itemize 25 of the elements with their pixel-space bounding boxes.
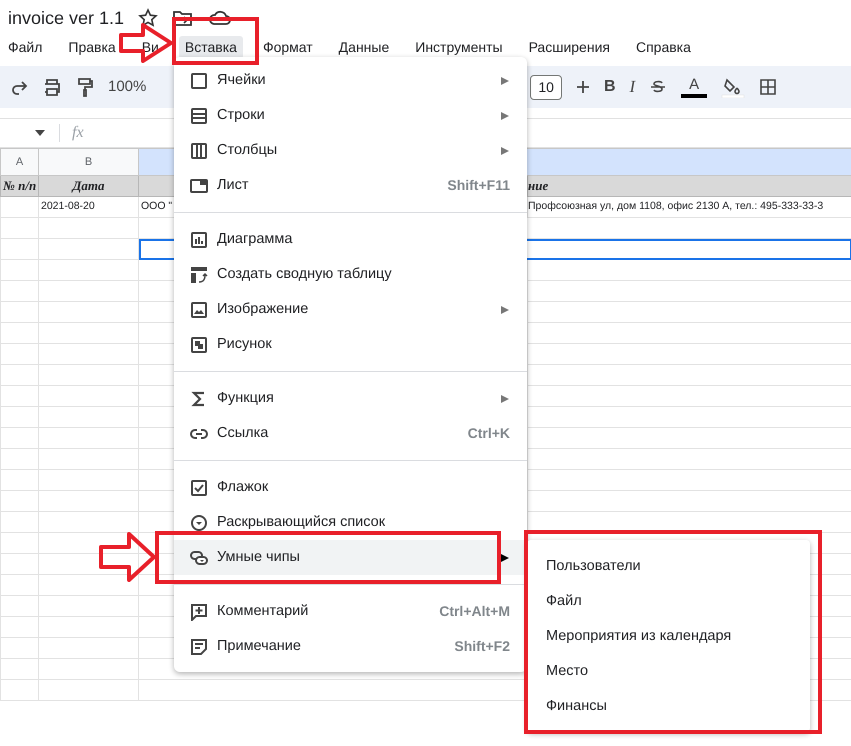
menu-item-label: Функция bbox=[217, 388, 274, 408]
menu-item-label: Раскрывающийся список bbox=[217, 512, 386, 532]
menu-item-label: Рисунок bbox=[217, 334, 272, 354]
menu-item-label: Комментарий bbox=[217, 602, 308, 621]
menu-item-label: Умные чипы bbox=[217, 548, 300, 567]
menu-item-label: Флажок bbox=[217, 478, 268, 497]
formula-label: fx bbox=[72, 123, 84, 143]
menu-item-label: Строки bbox=[217, 106, 265, 125]
document-title: invoice ver 1.1 bbox=[8, 6, 124, 30]
menu-item-label: Примечание bbox=[217, 636, 301, 656]
shortcut-label: Shift+F11 bbox=[447, 176, 510, 195]
menu-item-label: Лист bbox=[217, 176, 249, 195]
menu-item-label: Ссылка bbox=[217, 424, 268, 443]
table-cell: 2021-08-20 bbox=[38, 196, 138, 218]
shortcut-label: Ctrl+Alt+M bbox=[439, 602, 510, 621]
table-cell: № п/п bbox=[0, 176, 38, 196]
shortcut-label: Shift+F2 bbox=[454, 637, 510, 656]
menu-item-label: Ячейки bbox=[217, 70, 266, 90]
menu-item-label: Изображение bbox=[217, 300, 308, 319]
menu-item-label: Создать сводную таблицу bbox=[217, 264, 392, 284]
menu-item-label: Диаграмма bbox=[217, 230, 292, 249]
shortcut-label: Ctrl+K bbox=[468, 424, 510, 443]
table-cell: Дата bbox=[38, 176, 138, 196]
table-cell: ние bbox=[528, 176, 851, 196]
menu-item-label: Столбцы bbox=[217, 140, 278, 160]
